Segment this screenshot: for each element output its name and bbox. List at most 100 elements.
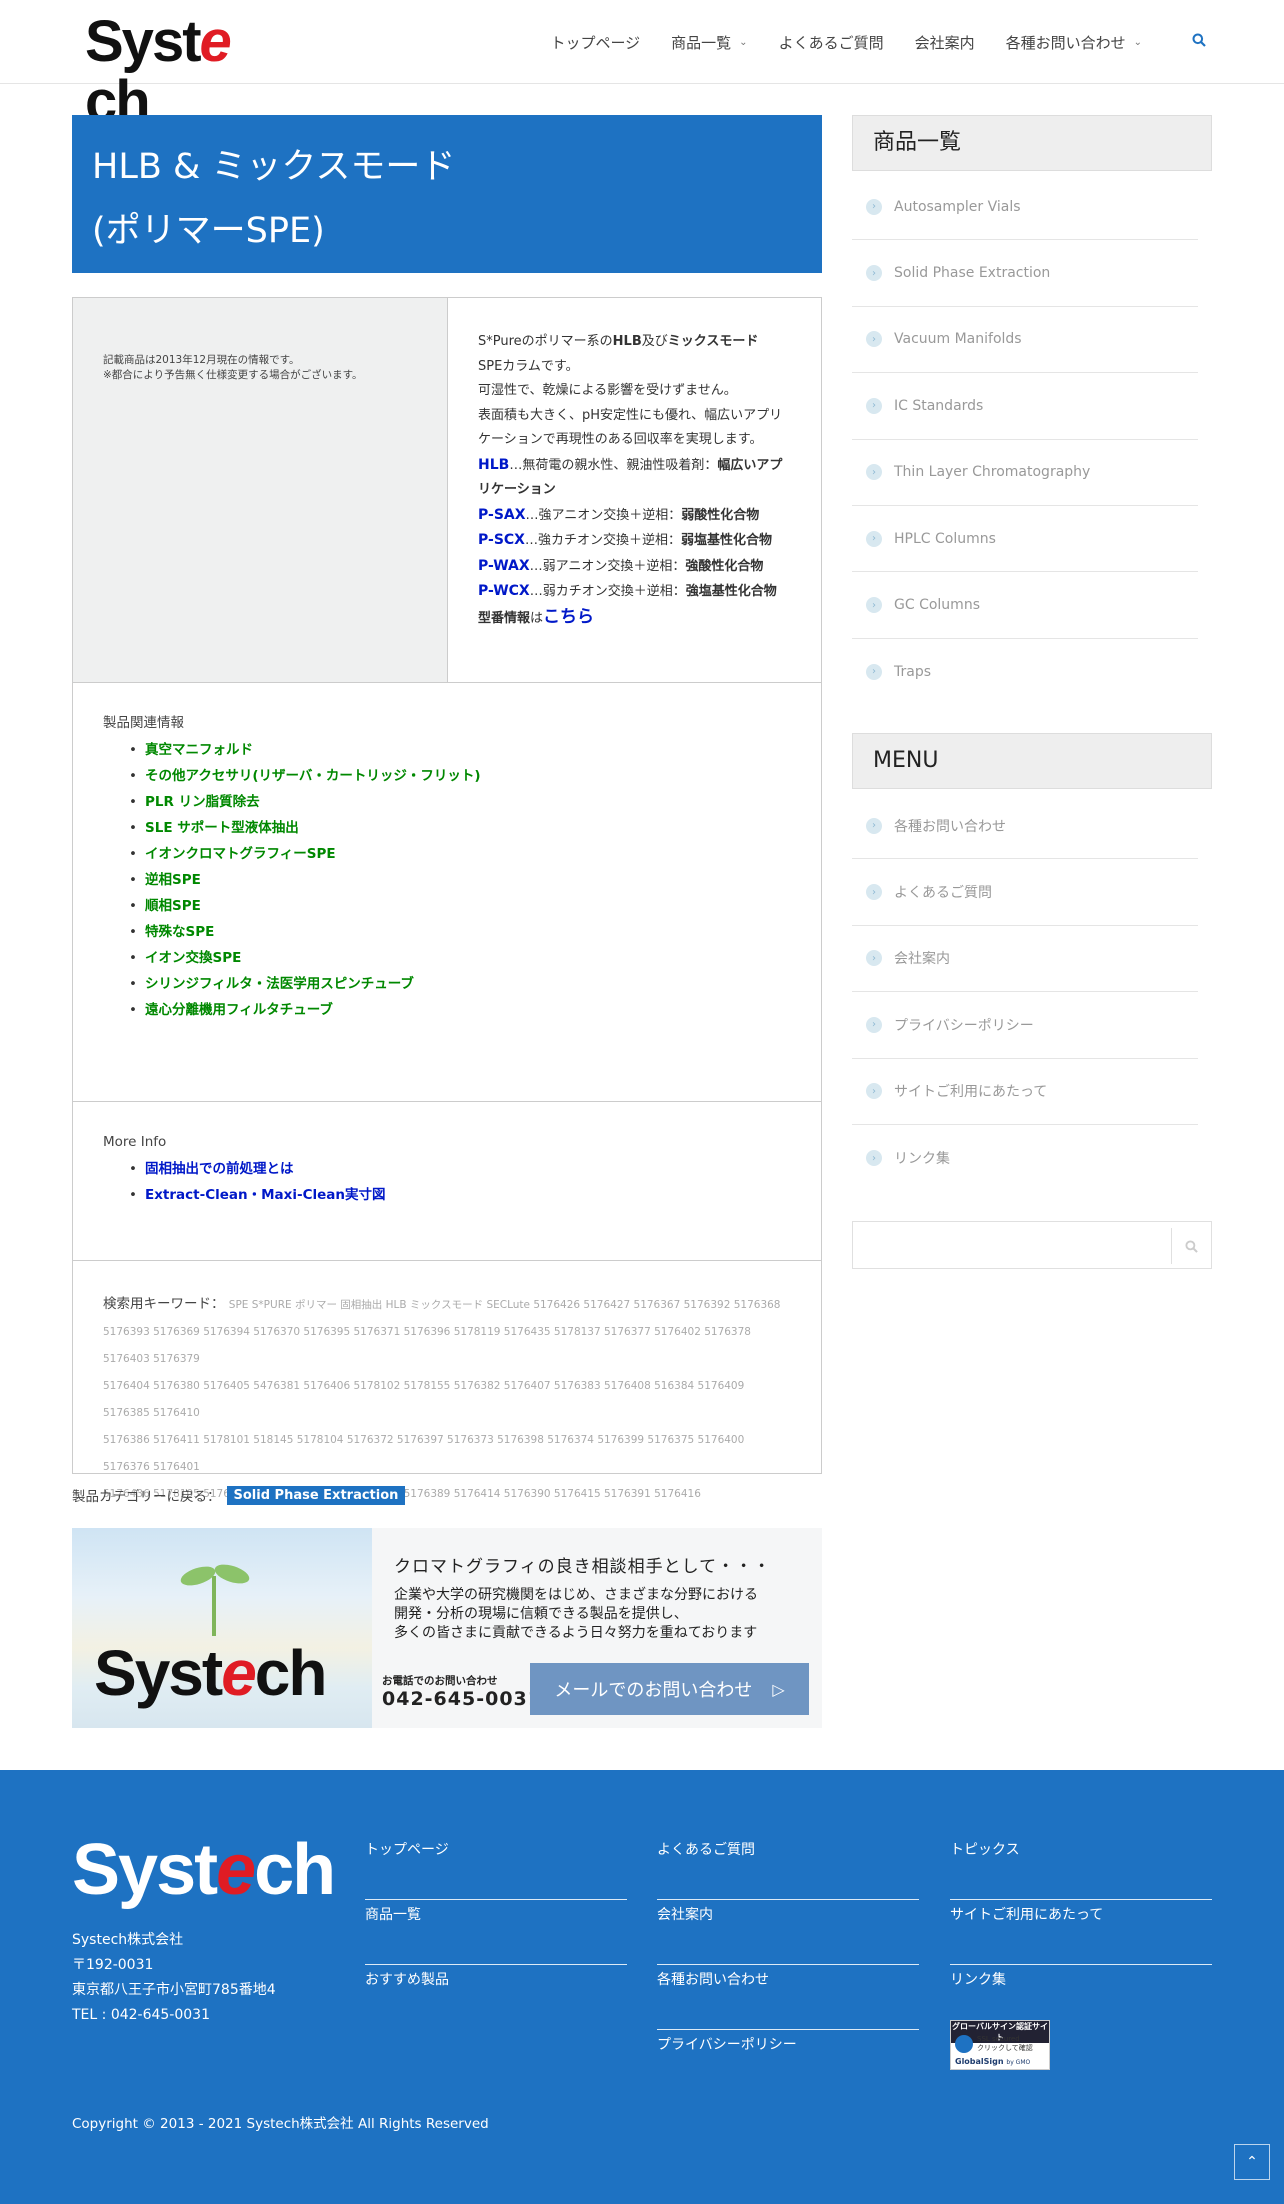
- contact-banner: Systech クロマトグラフィの良き相談相手として・・・ 企業や大学の研究機関…: [72, 1528, 822, 1728]
- more-info-link[interactable]: Extract-Clean・Maxi-Clean実寸図: [145, 1187, 386, 1203]
- footer-link[interactable]: 商品一覧: [365, 1900, 627, 1965]
- sidebar-item[interactable]: › Thin Layer Chromatography: [852, 440, 1198, 506]
- sidebar-item-label: Traps: [894, 663, 932, 680]
- sidebar-item-label: Vacuum Manifolds: [894, 331, 1022, 348]
- nav-label: 各種お問い合わせ: [1005, 33, 1126, 52]
- footer-link[interactable]: 会社案内: [657, 1900, 919, 1965]
- footer-link[interactable]: サイトご利用にあたって: [950, 1900, 1212, 1965]
- related-link[interactable]: シリンジフィルタ・法医学用スピンチューブ: [145, 976, 414, 992]
- keywords-text: 5176404 5176380 5176405 5476381 5176406 …: [103, 1380, 745, 1419]
- sidebar-item[interactable]: › IC Standards: [852, 373, 1198, 440]
- nav-faq[interactable]: よくあるご質問: [779, 32, 884, 53]
- related-link[interactable]: 逆相SPE: [145, 872, 201, 888]
- banner-logo: Systech: [94, 1637, 327, 1709]
- nav-products[interactable]: 商品一覧 ⌄: [671, 32, 747, 53]
- back-label: 製品カテゴリーに戻る：: [72, 1489, 221, 1505]
- footer-link[interactable]: おすすめ製品: [365, 1965, 627, 2030]
- globalsign-seal[interactable]: グローバルサイン認証サイト SSL secured クリックして確認 Global…: [950, 2020, 1050, 2070]
- keywords-label: 検索用キーワード：: [103, 1296, 225, 1312]
- product-image-area: 記載商品は2013年12月現在の情報です。 ※都合により予告無く仕様変更する場合…: [73, 298, 448, 682]
- chevron-down-icon: ⌄: [1133, 36, 1142, 48]
- sidebar-item[interactable]: › リンク集: [852, 1125, 1198, 1191]
- address: 東京都八王子市小宮町785番地4: [72, 1982, 276, 1998]
- sidebar-item[interactable]: › Traps: [852, 639, 1198, 705]
- footer-link[interactable]: トピックス: [950, 1835, 1212, 1900]
- company-name: Systech株式会社: [72, 1932, 184, 1948]
- site-header: Systech トップページ 商品一覧 ⌄ よくあるご質問 会社案内 各種お問い合…: [0, 0, 1284, 132]
- desc-text: 型番情報: [478, 610, 531, 626]
- desc-text: 可湿性で、乾燥による影響を受けずません。: [478, 383, 737, 398]
- sidebar-item-label: HPLC Columns: [894, 530, 996, 547]
- banner-body: 企業や大学の研究機関をはじめ、さまざまな分野における 開発・分析の現場に信頼でき…: [394, 1586, 814, 1643]
- desc-text: 強酸性化合物: [685, 558, 764, 574]
- footer-link[interactable]: よくあるご質問: [657, 1835, 919, 1900]
- model-info-link[interactable]: こちら: [543, 607, 594, 627]
- sidebar-item[interactable]: › Solid Phase Extraction: [852, 240, 1198, 307]
- mail-contact-button[interactable]: メールでのお問い合わせ ▷: [530, 1663, 809, 1715]
- search-icon[interactable]: [1171, 1228, 1211, 1264]
- sidebar-item-label: よくあるご質問: [894, 885, 992, 902]
- sidebar-item[interactable]: › HPLC Columns: [852, 506, 1198, 573]
- sidebar-item[interactable]: › サイトご利用にあたって: [852, 1059, 1198, 1125]
- related-link[interactable]: 順相SPE: [145, 898, 201, 914]
- copyright: Copyright © 2013 - 2021 Systech株式会社 All …: [72, 2116, 489, 2132]
- sidebar-menu-title: MENU: [852, 733, 1212, 789]
- search-icon[interactable]: [1192, 33, 1206, 51]
- desc-text: …弱カチオン交換＋逆相：: [529, 584, 686, 599]
- nav-company[interactable]: 会社案内: [915, 32, 975, 53]
- seal-brand: GlobalSign by GMO: [955, 2057, 1031, 2066]
- sidebar-item-label: IC Standards: [894, 397, 984, 414]
- related-link[interactable]: PLR リン脂質除去: [145, 794, 260, 810]
- tel-number[interactable]: 042-645-0031: [382, 1688, 542, 1710]
- category-link[interactable]: Solid Phase Extraction: [226, 1485, 406, 1505]
- footer-col-2: よくあるご質問 会社案内 各種お問い合わせ プライバシーポリシー: [657, 1835, 919, 2095]
- sidebar-item-label: サイトご利用にあたって: [894, 1084, 1048, 1101]
- chevron-right-icon: ›: [866, 597, 882, 614]
- footer-link[interactable]: トップページ: [365, 1835, 627, 1900]
- nav-contact[interactable]: 各種お問い合わせ ⌄: [1006, 32, 1142, 53]
- related-link[interactable]: 特殊なSPE: [145, 924, 214, 940]
- desc-text: …強カチオン交換＋逆相：: [524, 533, 681, 548]
- footer-link[interactable]: 各種お問い合わせ: [657, 1965, 919, 2030]
- chevron-right-icon: ›: [866, 1083, 882, 1100]
- sidebar-item[interactable]: › 各種お問い合わせ: [852, 793, 1198, 860]
- chevron-right-icon: ›: [866, 265, 882, 282]
- sidebar-item[interactable]: › よくあるご質問: [852, 859, 1198, 926]
- banner-text: 企業や大学の研究機関をはじめ、さまざまな分野における: [394, 1587, 758, 1603]
- product-type-psax: P-SAX: [478, 506, 526, 523]
- chevron-right-icon: ›: [866, 331, 882, 348]
- sidebar-search-input[interactable]: [852, 1221, 1212, 1269]
- related-link[interactable]: イオンクロマトグラフィーSPE: [145, 846, 336, 862]
- related-link[interactable]: イオン交換SPE: [145, 950, 241, 966]
- footer-link[interactable]: プライバシーポリシー: [657, 2030, 919, 2095]
- desc-text: 弱塩基性化合物: [681, 533, 773, 548]
- banner-text: 多くの皆さまに貢献できるよう日々努力を重ねております: [394, 1625, 758, 1641]
- banner-headline: クロマトグラフィの良き相談相手として・・・: [394, 1557, 772, 1577]
- sidebar-item-label: Autosampler Vials: [894, 198, 1021, 215]
- related-link[interactable]: 遠心分離機用フィルタチューブ: [145, 1002, 333, 1018]
- keywords-section: 検索用キーワード： SPE S*PURE ポリマー 固相抽出 HLB ミックスモ…: [72, 1261, 822, 1500]
- more-info-link[interactable]: 固相抽出での前処理とは: [145, 1161, 294, 1177]
- related-link[interactable]: 真空マニフォルド: [145, 742, 253, 758]
- sidebar-item[interactable]: › 会社案内: [852, 926, 1198, 993]
- back-to-top-button[interactable]: ⌃: [1234, 2144, 1270, 2180]
- sidebar-item[interactable]: › Vacuum Manifolds: [852, 307, 1198, 374]
- desc-text: HLB: [612, 334, 642, 349]
- related-link[interactable]: その他アクセサリ(リザーバ・カートリッジ・フリット): [145, 768, 481, 784]
- site-footer: Systech Systech株式会社 〒192-0031 東京都八王子市小宮町…: [0, 1770, 1284, 2204]
- site-logo[interactable]: Systech: [85, 12, 290, 132]
- phone: TEL : 042-645-0031: [72, 2007, 210, 2023]
- keywords-text: 5176393 5176369 5176394 5176370 5176395 …: [103, 1326, 751, 1365]
- related-link[interactable]: SLE サポート型液体抽出: [145, 820, 299, 836]
- sidebar-item[interactable]: › Autosampler Vials: [852, 174, 1198, 241]
- footer-logo[interactable]: Systech: [72, 1834, 336, 1906]
- chevron-right-icon: ›: [866, 663, 882, 680]
- chevron-right-icon: ›: [866, 950, 882, 967]
- back-to-category: 製品カテゴリーに戻る： Solid Phase Extraction: [72, 1485, 406, 1505]
- section-title: More Info: [103, 1134, 167, 1150]
- nav-top[interactable]: トップページ: [550, 32, 640, 53]
- sidebar-item[interactable]: › GC Columns: [852, 572, 1198, 639]
- sidebar-item[interactable]: › プライバシーポリシー: [852, 992, 1198, 1059]
- sidebar-item-label: 各種お問い合わせ: [894, 818, 1006, 835]
- product-type-pwcx: P-WCX: [478, 583, 530, 599]
